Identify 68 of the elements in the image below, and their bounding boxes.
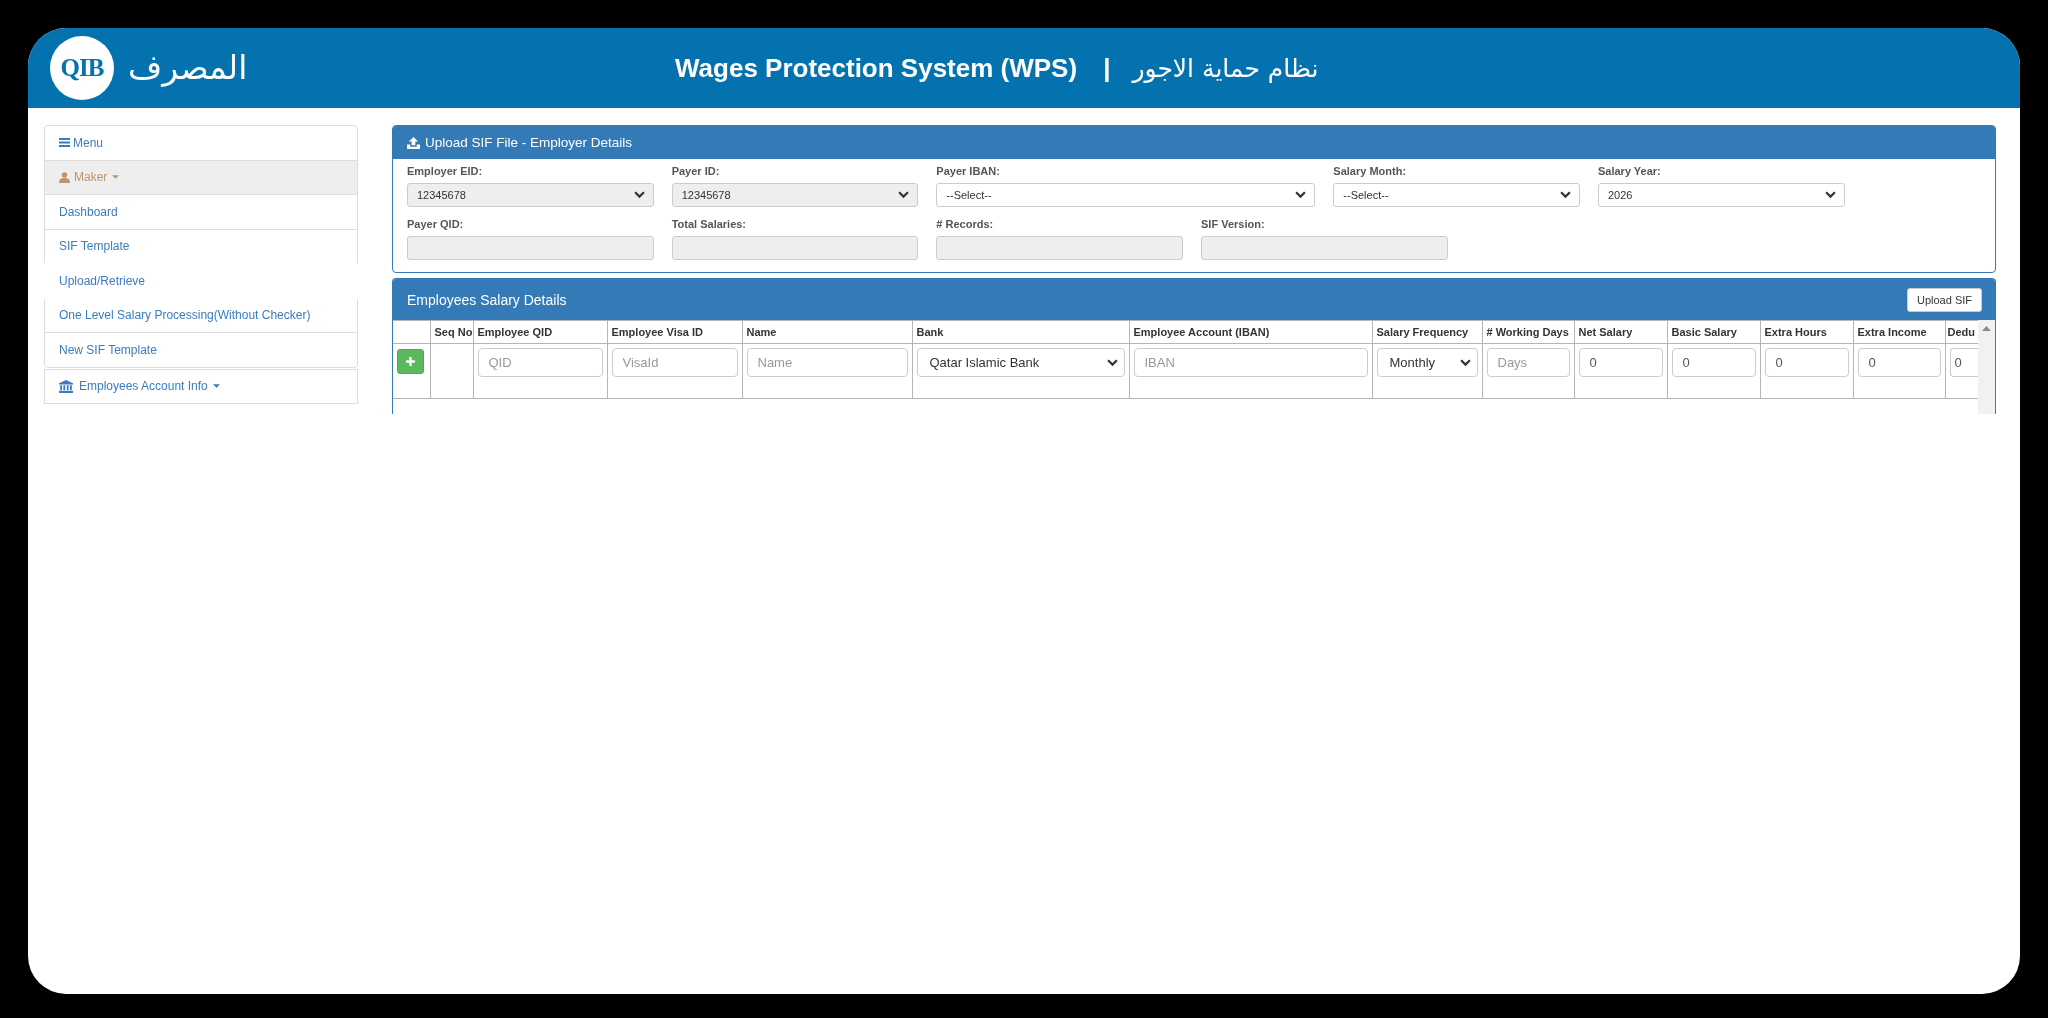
scroll-up-arrow-icon[interactable] <box>1982 326 1991 331</box>
menu-item[interactable]: SIF Template <box>44 228 358 264</box>
input-field[interactable]: 0 <box>1578 348 1663 377</box>
menu-group-toggle[interactable]: Employees Account Info <box>44 368 358 404</box>
title-separator: | <box>1103 52 1111 84</box>
field-label: SIF Version: <box>1201 218 1265 231</box>
logo-text: المصرف <box>128 48 248 88</box>
caret-icon <box>212 384 220 389</box>
column-header: Salary Frequency <box>1372 320 1482 344</box>
column-header: Net Salary <box>1574 320 1667 344</box>
field-label: Payer ID: <box>671 165 720 178</box>
input-field[interactable]: Days <box>1486 348 1570 377</box>
app-title-arabic: نظام حماية الاجور <box>1132 53 1319 83</box>
select-dropdown[interactable]: --Select-- <box>1333 183 1580 207</box>
column-header: Bank <box>912 320 1129 344</box>
field-label: Salary Year: <box>1598 165 1661 178</box>
column-header: Employee QID <box>473 320 607 344</box>
select-dropdown[interactable]: --Select-- <box>936 183 1316 207</box>
column-header: Extra Hours <box>1760 320 1853 344</box>
caret-icon <box>112 175 120 180</box>
input-field[interactable]: QID <box>477 348 603 377</box>
user-icon <box>59 171 70 183</box>
menu-header[interactable]: Menu <box>44 125 358 161</box>
select-dropdown[interactable]: Monthly <box>1376 348 1478 377</box>
field-label: Total Salaries: <box>671 218 747 231</box>
input-field[interactable]: IBAN <box>1133 348 1368 377</box>
logo-mark: QIB <box>50 36 114 100</box>
chevron-down-icon <box>1560 191 1571 199</box>
input-field[interactable]: VisaId <box>611 348 738 377</box>
chevron-down-icon <box>1106 358 1118 367</box>
field-label: # Records: <box>936 218 994 231</box>
input-field[interactable]: 0 <box>1764 348 1849 377</box>
input-field[interactable]: 0 <box>1949 348 1978 377</box>
app-title: Wages Protection System (WPS) <box>675 52 1078 84</box>
column-header: # Working Days <box>1482 320 1574 344</box>
chevron-down-icon <box>1295 191 1307 199</box>
column-header: Basic Salary <box>1667 320 1760 344</box>
select-dropdown[interactable]: Qatar Islamic Bank <box>916 348 1125 377</box>
scrollbar[interactable] <box>1978 320 1995 414</box>
column-header: Name <box>742 320 912 344</box>
upload-icon <box>407 136 420 149</box>
bank-icon <box>59 379 73 393</box>
input-field[interactable]: 0 <box>1671 348 1756 377</box>
input-field[interactable]: 0 <box>1857 348 1941 377</box>
chevron-down-icon <box>1459 358 1471 367</box>
column-header: Employee Visa ID <box>607 320 742 344</box>
menu-icon <box>59 138 70 148</box>
field-label: Payer QID: <box>407 218 464 231</box>
field-label: Employer EID: <box>407 165 483 178</box>
menu-item[interactable]: Upload/Retrieve <box>44 263 358 299</box>
menu-item[interactable]: Dashboard <box>44 194 358 230</box>
column-header: Seq No <box>430 320 473 344</box>
chevron-down-icon <box>898 191 910 199</box>
chevron-down-icon <box>633 191 645 199</box>
select-dropdown[interactable]: 2026 <box>1598 183 1845 207</box>
column-header: Extra Income <box>1853 320 1945 344</box>
menu-item[interactable]: One Level Salary Processing(Without Checker) <box>44 297 358 333</box>
panel-title: Employees Salary Details <box>407 291 567 308</box>
field-label: Salary Month: <box>1333 165 1407 178</box>
plus-icon <box>406 357 415 366</box>
chevron-down-icon <box>1824 191 1836 199</box>
field-label: Payer IBAN: <box>936 165 1000 178</box>
input-field[interactable]: Name <box>746 348 908 377</box>
panel-title: Upload SIF File - Employer Details <box>425 135 633 150</box>
menu-item[interactable]: New SIF Template <box>44 332 358 368</box>
column-header: Employee Account (IBAN) <box>1129 320 1372 344</box>
upload-sif-button[interactable]: Upload SIF <box>1906 287 1982 312</box>
add-row-button[interactable] <box>397 349 424 374</box>
